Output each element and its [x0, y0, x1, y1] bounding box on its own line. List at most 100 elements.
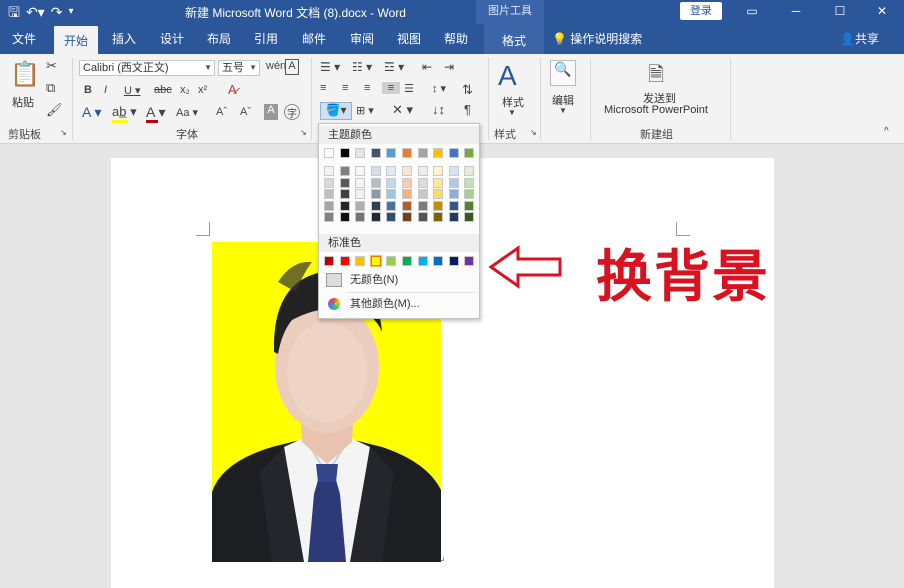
theme-color-shade-swatch[interactable]: [417, 189, 428, 199]
char-shading-icon[interactable]: A: [264, 104, 278, 120]
tab-file[interactable]: 文件: [12, 30, 36, 47]
italic-icon[interactable]: I: [104, 84, 107, 96]
theme-color-shade-swatch[interactable]: [402, 189, 412, 199]
theme-color-shade-swatch[interactable]: [448, 212, 459, 222]
resize-handle-icon[interactable]: ⌟: [440, 552, 445, 563]
theme-color-shade-swatch[interactable]: [464, 212, 475, 222]
text-effects-icon[interactable]: A ▾: [82, 104, 101, 121]
ribbon-display-options-icon[interactable]: ▭: [732, 0, 772, 24]
theme-color-shade-swatch[interactable]: [464, 177, 475, 188]
theme-color-shade-swatch[interactable]: [355, 200, 366, 211]
char-border-icon[interactable]: A: [285, 59, 299, 75]
theme-color-shade-swatch[interactable]: [370, 189, 381, 199]
subscript-icon[interactable]: x₂: [180, 84, 190, 96]
theme-color-shade-swatch[interactable]: [448, 189, 459, 199]
standard-color-swatch[interactable]: [448, 256, 459, 266]
cut-icon[interactable]: ✂: [46, 58, 57, 74]
theme-color-swatch[interactable]: [402, 148, 412, 158]
find-icon[interactable]: 🔍: [550, 60, 576, 86]
theme-color-shade-swatch[interactable]: [402, 212, 412, 222]
show-marks-icon[interactable]: ↓↕: [432, 102, 445, 117]
redo-icon[interactable]: ↷: [51, 2, 63, 22]
theme-color-shade-swatch[interactable]: [448, 177, 459, 188]
no-color-option[interactable]: 无颜色(N): [322, 270, 476, 290]
theme-color-shade-swatch[interactable]: [370, 200, 381, 211]
theme-color-shade-swatch[interactable]: [339, 177, 350, 188]
tab-mailings[interactable]: 邮件: [302, 30, 326, 47]
theme-color-shade-swatch[interactable]: [370, 212, 381, 222]
theme-color-shade-swatch[interactable]: [433, 212, 444, 222]
superscript-icon[interactable]: x²: [198, 84, 207, 96]
theme-color-shade-swatch[interactable]: [448, 200, 459, 211]
theme-color-shade-swatch[interactable]: [464, 189, 475, 199]
clear-formatting-icon[interactable]: A̷: [228, 82, 237, 97]
theme-color-shade-swatch[interactable]: [370, 177, 381, 188]
theme-color-shade-swatch[interactable]: [386, 200, 397, 211]
send-to-label-2[interactable]: Microsoft PowerPoint: [604, 104, 708, 116]
paste-icon[interactable]: 📋: [10, 60, 40, 90]
theme-color-shade-swatch[interactable]: [370, 166, 381, 176]
chinese-layout-icon[interactable]: ✕ ▾: [392, 102, 413, 118]
theme-color-shade-swatch[interactable]: [386, 212, 397, 222]
paste-label[interactable]: 粘贴: [12, 94, 34, 110]
save-icon[interactable]: 🖫: [8, 2, 20, 22]
shrink-font-icon[interactable]: Aˇ: [240, 106, 251, 118]
tab-design[interactable]: 设计: [160, 30, 184, 47]
theme-color-shade-swatch[interactable]: [433, 166, 444, 176]
font-name-combo[interactable]: Calibri (西文正文) ▼: [79, 60, 215, 76]
tab-home[interactable]: 开始: [54, 26, 99, 54]
align-center-icon[interactable]: ≡: [342, 82, 348, 94]
tab-layout[interactable]: 布局: [207, 30, 231, 47]
tab-format[interactable]: 格式: [484, 24, 544, 54]
theme-color-shade-swatch[interactable]: [324, 212, 334, 222]
multilevel-list-icon[interactable]: ☲ ▾: [384, 60, 404, 74]
theme-color-shade-swatch[interactable]: [417, 200, 428, 211]
standard-color-swatch[interactable]: [324, 256, 334, 266]
format-painter-icon[interactable]: 🖌: [46, 102, 63, 118]
theme-color-shade-swatch[interactable]: [339, 212, 350, 222]
tab-view[interactable]: 视图: [397, 30, 421, 47]
theme-color-shade-swatch[interactable]: [324, 200, 334, 211]
standard-color-swatch[interactable]: [369, 255, 382, 267]
align-right-icon[interactable]: ≡: [364, 82, 370, 94]
theme-color-swatch[interactable]: [370, 148, 381, 158]
increase-indent-icon[interactable]: ⇥: [444, 60, 454, 74]
sort-icon[interactable]: ⇅: [462, 82, 473, 98]
theme-color-shade-swatch[interactable]: [433, 177, 444, 188]
more-colors-option[interactable]: 其他颜色(M)...: [322, 294, 476, 314]
standard-color-swatch[interactable]: [464, 256, 475, 266]
theme-color-shade-swatch[interactable]: [324, 177, 334, 188]
theme-color-shade-swatch[interactable]: [324, 189, 334, 199]
tab-review[interactable]: 审阅: [350, 30, 374, 47]
theme-color-swatch[interactable]: [339, 148, 350, 158]
share-button[interactable]: 👤共享: [840, 30, 879, 47]
theme-color-swatch[interactable]: [355, 148, 366, 158]
clipboard-launcher-icon[interactable]: ↘: [60, 128, 67, 137]
theme-color-shade-swatch[interactable]: [386, 166, 397, 176]
copy-icon[interactable]: ⧉: [46, 80, 55, 96]
font-size-combo[interactable]: 五号 ▼: [218, 60, 260, 76]
shading-icon[interactable]: 🪣▾: [320, 102, 352, 120]
theme-color-shade-swatch[interactable]: [355, 177, 366, 188]
bullets-icon[interactable]: ☰ ▾: [320, 60, 340, 74]
collapse-ribbon-icon[interactable]: ^: [884, 126, 889, 137]
decrease-indent-icon[interactable]: ⇤: [422, 60, 432, 74]
login-button[interactable]: 登录: [680, 2, 722, 20]
theme-color-swatch[interactable]: [433, 148, 444, 158]
styles-icon[interactable]: A: [498, 60, 517, 92]
underline-icon[interactable]: U ▾: [124, 84, 141, 97]
distributed-icon[interactable]: ☰: [404, 82, 414, 95]
theme-color-swatch[interactable]: [448, 148, 459, 158]
standard-color-swatch[interactable]: [355, 256, 366, 266]
theme-color-shade-swatch[interactable]: [339, 166, 350, 176]
theme-color-shade-swatch[interactable]: [355, 189, 366, 199]
theme-color-swatch[interactable]: [464, 148, 475, 158]
theme-color-swatch[interactable]: [417, 148, 428, 158]
standard-color-swatch[interactable]: [339, 256, 350, 266]
borders-icon[interactable]: ⊞ ▾: [356, 104, 374, 117]
numbering-icon[interactable]: ☷ ▾: [352, 60, 372, 74]
theme-color-shade-swatch[interactable]: [324, 166, 334, 176]
theme-color-shade-swatch[interactable]: [464, 166, 475, 176]
theme-color-shade-swatch[interactable]: [417, 166, 428, 176]
align-left-icon[interactable]: ≡: [320, 82, 326, 94]
